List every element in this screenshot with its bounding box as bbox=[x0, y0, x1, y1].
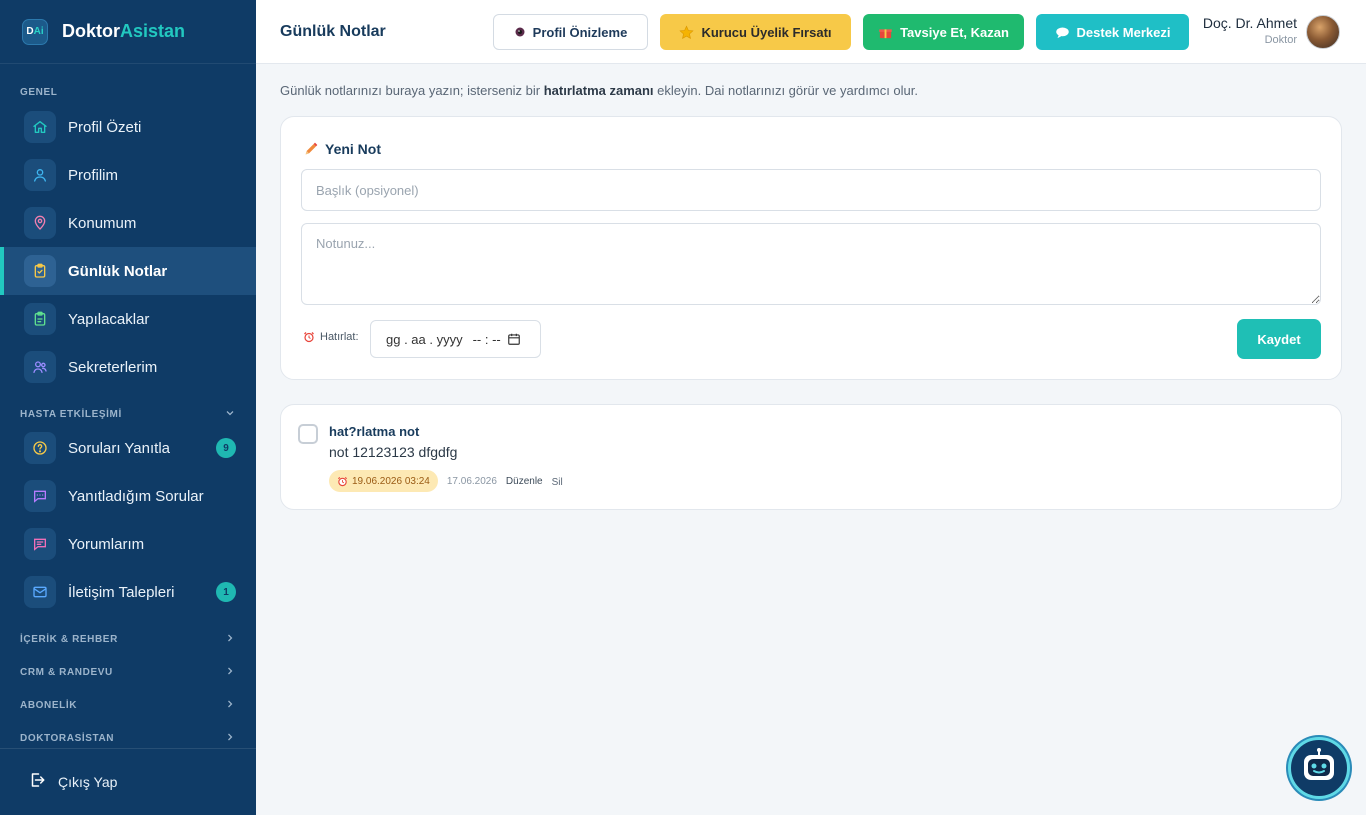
calendar-icon[interactable] bbox=[507, 332, 521, 346]
logout-icon bbox=[28, 771, 46, 794]
sidebar-item-profil-ozeti[interactable]: Profil Özeti bbox=[0, 103, 256, 151]
clipboard-list-icon bbox=[24, 303, 56, 335]
sidebar: D Ai DoktorAsistan GENEL Profil Özeti Pro… bbox=[0, 0, 256, 815]
brand-logo: D Ai bbox=[22, 18, 48, 45]
chevron-right-icon bbox=[224, 665, 236, 680]
reminder-badge: 19.06.2026 03:24 bbox=[329, 470, 438, 492]
top-header: Günlük Notlar Profil Önizleme Kurucu Üye… bbox=[256, 0, 1366, 64]
clipboard-check-icon bbox=[24, 255, 56, 287]
alarm-clock-icon bbox=[337, 476, 348, 487]
section-crm-randevu[interactable]: CRM & RANDEVU bbox=[0, 665, 256, 680]
home-icon bbox=[24, 111, 56, 143]
logout-button[interactable]: Çıkış Yap bbox=[0, 748, 256, 815]
delete-note-link[interactable]: Sil bbox=[552, 477, 563, 488]
sidebar-item-konumum[interactable]: Konumum bbox=[0, 199, 256, 247]
section-icerik-rehber[interactable]: İÇERİK & REHBER bbox=[0, 632, 256, 647]
reminder-label: Hatırlat: bbox=[303, 331, 359, 343]
robot-icon bbox=[1299, 746, 1339, 791]
support-center-button[interactable]: Destek Merkezi bbox=[1036, 14, 1189, 50]
chevron-right-icon bbox=[224, 731, 236, 746]
intro-text: Günlük notlarınızı buraya yazın; isterse… bbox=[280, 83, 919, 98]
note-meta: 19.06.2026 03:24 17.06.2026 Düzenle Sil bbox=[329, 470, 563, 492]
chat-bubble-icon bbox=[24, 480, 56, 512]
section-hasta-etkilesimi[interactable]: HASTA ETKİLEŞİMİ bbox=[0, 407, 256, 422]
sidebar-item-yanitladigim-sorular[interactable]: Yanıtladığım Sorular bbox=[0, 472, 256, 520]
sidebar-item-profilim[interactable]: Profilim bbox=[0, 151, 256, 199]
users-icon bbox=[24, 351, 56, 383]
founder-membership-button[interactable]: Kurucu Üyelik Fırsatı bbox=[660, 14, 851, 50]
user-info[interactable]: Doç. Dr. Ahmet Doktor bbox=[1201, 15, 1297, 46]
section-genel: GENEL bbox=[20, 87, 58, 98]
comment-icon bbox=[24, 528, 56, 560]
sidebar-item-gunluk-notlar[interactable]: Günlük Notlar bbox=[0, 247, 256, 295]
new-note-title: Yeni Not bbox=[303, 141, 381, 157]
brand[interactable]: D Ai DoktorAsistan bbox=[0, 0, 256, 64]
note-title: hat?rlatma not bbox=[329, 424, 420, 439]
chevron-down-icon bbox=[224, 407, 236, 422]
avatar[interactable] bbox=[1306, 15, 1340, 49]
mail-icon bbox=[24, 576, 56, 608]
badge-sorulari-yanitla: 9 bbox=[216, 438, 236, 458]
note-created-date: 17.06.2026 bbox=[446, 475, 497, 487]
chevron-right-icon bbox=[224, 632, 236, 647]
assistant-bot-button[interactable] bbox=[1288, 737, 1350, 799]
page-title: Günlük Notlar bbox=[280, 22, 386, 40]
sidebar-item-sekreterlerim[interactable]: Sekreterlerim bbox=[0, 343, 256, 391]
note-title-input[interactable] bbox=[301, 169, 1321, 211]
sidebar-item-yapilacaklar[interactable]: Yapılacaklar bbox=[0, 295, 256, 343]
brand-name: DoktorAsistan bbox=[62, 21, 186, 41]
gift-icon bbox=[878, 25, 893, 40]
chevron-right-icon bbox=[224, 698, 236, 713]
edit-note-link[interactable]: Düzenle bbox=[506, 476, 543, 487]
reminder-datetime-input[interactable]: gg . aa . yyyy -- : -- bbox=[370, 320, 541, 358]
alarm-clock-icon bbox=[303, 331, 315, 343]
note-checkbox[interactable] bbox=[298, 424, 318, 444]
new-note-card: Yeni Not Hatırlat: gg . aa . yyyy -- : -… bbox=[280, 116, 1342, 380]
user-icon bbox=[24, 159, 56, 191]
sidebar-item-yorumlarim[interactable]: Yorumlarım bbox=[0, 520, 256, 568]
note-body-textarea[interactable] bbox=[301, 223, 1321, 305]
pencil-icon bbox=[303, 141, 319, 157]
location-pin-icon bbox=[24, 207, 56, 239]
sidebar-item-iletisim-talepleri[interactable]: İletişim Talepleri 1 bbox=[0, 568, 256, 616]
question-circle-icon bbox=[24, 432, 56, 464]
speech-bubble-icon bbox=[1055, 26, 1070, 39]
profile-preview-button[interactable]: Profil Önizleme bbox=[493, 14, 648, 50]
badge-iletisim-talepleri: 1 bbox=[216, 582, 236, 602]
note-body: not 12123123 dfgdfg bbox=[329, 444, 458, 460]
section-doktorasistan[interactable]: DOKTORASİSTAN bbox=[0, 731, 256, 746]
note-item: hat?rlatma not not 12123123 dfgdfg 19.06… bbox=[280, 404, 1342, 510]
star-icon bbox=[679, 24, 695, 40]
save-button[interactable]: Kaydet bbox=[1237, 319, 1321, 359]
refer-earn-button[interactable]: Tavsiye Et, Kazan bbox=[863, 14, 1024, 50]
eye-icon bbox=[514, 26, 526, 38]
section-abonelik[interactable]: ABONELİK bbox=[0, 698, 256, 713]
sidebar-item-sorulari-yanitla[interactable]: Soruları Yanıtla 9 bbox=[0, 424, 256, 472]
